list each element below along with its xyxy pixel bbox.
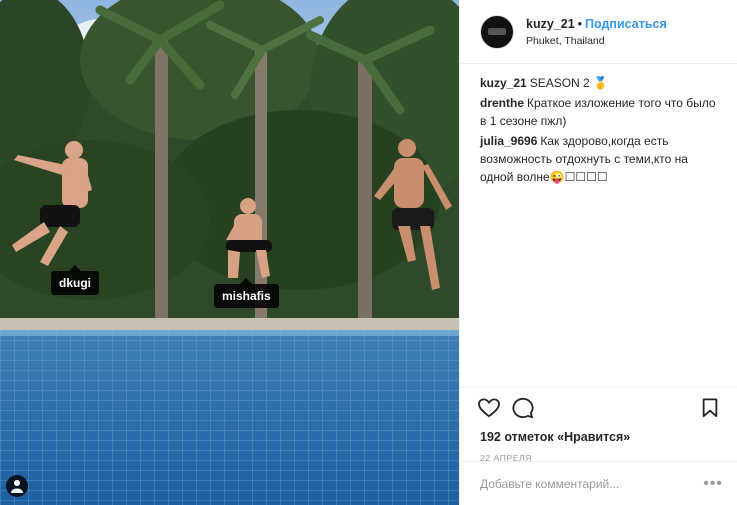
like-button[interactable] [478, 397, 500, 421]
add-comment-bar: ••• [460, 461, 737, 505]
likes-count[interactable]: 192 отметок «Нравится» [480, 430, 719, 444]
header-text: kuzy_21 • Подписаться Phuket, Thailand [526, 17, 667, 47]
pool-scene-illustration [0, 0, 459, 505]
tagged-users-button[interactable] [6, 475, 28, 497]
username-link[interactable]: kuzy_21 [526, 17, 575, 31]
comment-text: SEASON 2 🥇 [529, 76, 609, 90]
follow-button[interactable]: Подписаться [585, 17, 667, 31]
more-options-button[interactable]: ••• [703, 475, 723, 493]
comment-username[interactable]: drenthe [480, 96, 524, 110]
comments-list: kuzy_21 SEASON 2 🥇 drenthe Краткое изложен… [460, 64, 737, 186]
user-tag-dkugi[interactable]: dkugi [51, 265, 99, 295]
comment-item: julia_9696 Как здорово,когда есть возможн… [480, 132, 717, 186]
post-header: kuzy_21 • Подписаться Phuket, Thailand [460, 0, 737, 64]
post-actions: 192 отметок «Нравится» 22 АПРЕЛЯ [460, 387, 737, 463]
header-row: kuzy_21 • Подписаться [526, 17, 667, 31]
comment-item: drenthe Краткое изложение того что было в… [480, 94, 717, 130]
comment-input[interactable] [480, 476, 704, 491]
save-button[interactable] [701, 397, 719, 421]
action-icons [478, 396, 719, 422]
avatar[interactable] [480, 14, 514, 49]
post-photo[interactable]: dkugi mishafis [0, 0, 459, 505]
comment-bubble-icon [512, 397, 534, 418]
separator-dot: • [577, 16, 583, 31]
instagram-post: dkugi mishafis kuzy_21 • Подписаться Phuke… [0, 0, 737, 505]
user-tag-mishafis[interactable]: mishafis [214, 278, 279, 308]
comment-username[interactable]: kuzy_21 [480, 76, 527, 90]
location-link[interactable]: Phuket, Thailand [526, 35, 667, 47]
bookmark-icon [702, 397, 718, 417]
comment-username[interactable]: julia_9696 [480, 134, 537, 148]
person-icon [11, 480, 23, 493]
comment-item: kuzy_21 SEASON 2 🥇 [480, 74, 717, 92]
heart-icon [478, 397, 500, 417]
comment-button[interactable] [512, 397, 534, 422]
post-side-panel: kuzy_21 • Подписаться Phuket, Thailand kuz… [459, 0, 737, 505]
